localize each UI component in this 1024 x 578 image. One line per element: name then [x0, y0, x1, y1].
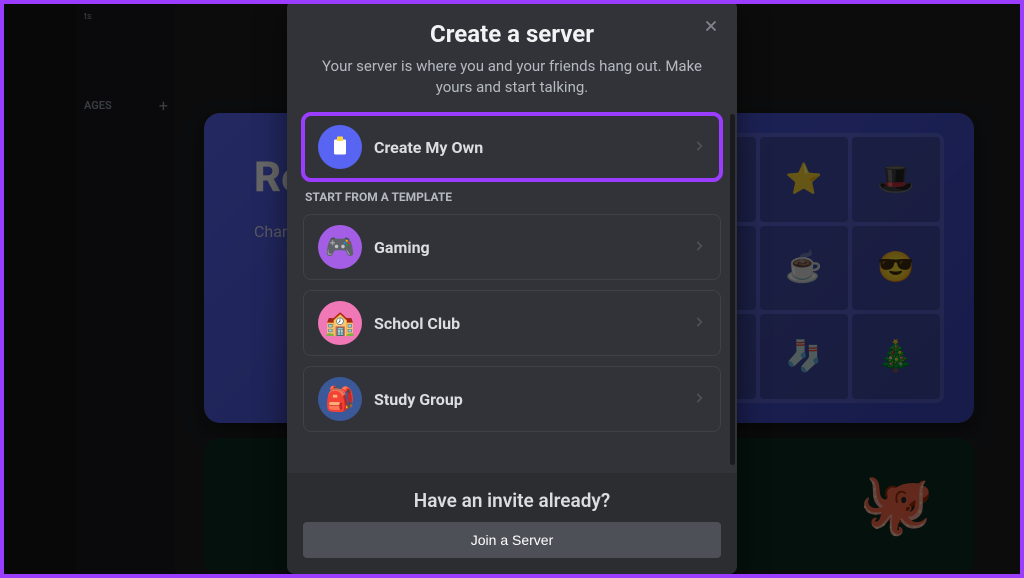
create-server-modal: Create a server Your server is where you… — [287, 0, 737, 574]
join-server-button[interactable]: Join a Server — [303, 522, 721, 558]
school-club-icon: 🏫 — [318, 301, 362, 345]
template-heading: START FROM A TEMPLATE — [305, 190, 721, 204]
close-icon — [702, 17, 720, 35]
join-server-label: Join a Server — [471, 532, 553, 548]
modal-footer: Have an invite already? Join a Server — [287, 473, 737, 574]
create-my-own-icon — [318, 125, 362, 169]
gaming-icon: 🎮 — [318, 225, 362, 269]
template-option-gaming[interactable]: 🎮 Gaming — [303, 214, 721, 280]
scrollbar[interactable] — [730, 114, 735, 465]
template-label: School Club — [374, 314, 692, 333]
chevron-right-icon — [692, 138, 706, 157]
template-option-study-group[interactable]: 🎒 Study Group — [303, 366, 721, 432]
modal-subtitle: Your server is where you and your friend… — [311, 56, 713, 98]
chevron-right-icon — [692, 238, 706, 257]
template-label: Gaming — [374, 238, 692, 257]
template-label: Study Group — [374, 390, 692, 409]
chevron-right-icon — [692, 314, 706, 333]
study-group-icon: 🎒 — [318, 377, 362, 421]
invite-prompt: Have an invite already? — [303, 489, 721, 512]
chevron-right-icon — [692, 390, 706, 409]
modal-body: Create My Own START FROM A TEMPLATE 🎮 Ga… — [287, 98, 737, 473]
modal-backdrop[interactable]: Create a server Your server is where you… — [0, 0, 1024, 578]
modal-header: Create a server Your server is where you… — [287, 0, 737, 98]
close-button[interactable] — [699, 14, 723, 38]
template-option-school-club[interactable]: 🏫 School Club — [303, 290, 721, 356]
create-my-own-option[interactable]: Create My Own — [303, 114, 721, 180]
create-my-own-label: Create My Own — [374, 138, 692, 157]
modal-title: Create a server — [311, 20, 713, 48]
